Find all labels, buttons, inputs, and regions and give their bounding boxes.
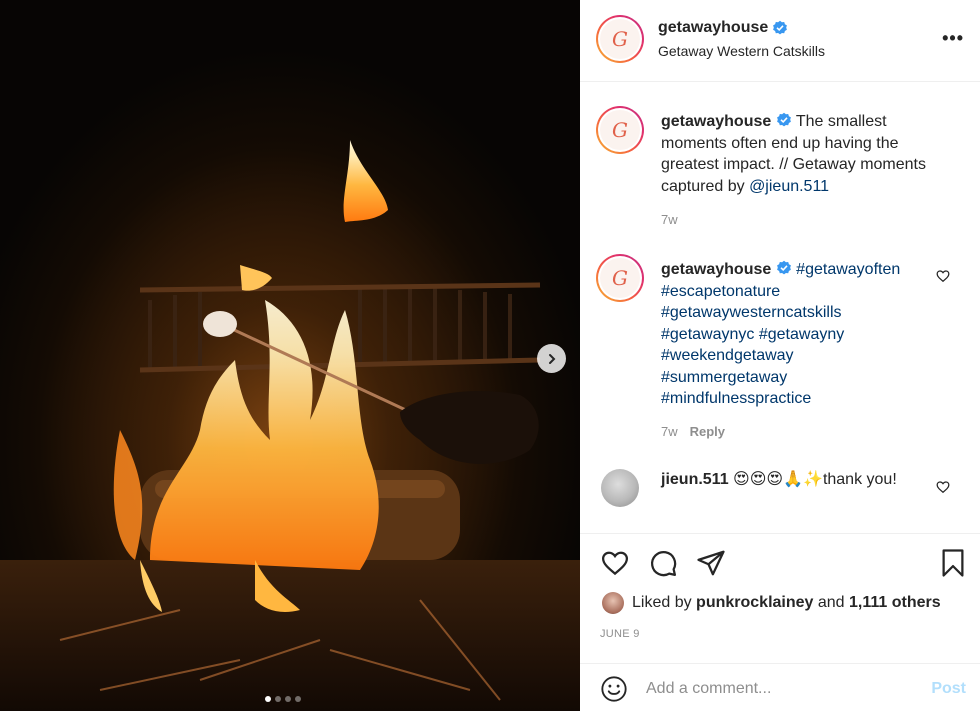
post-header: G getawayhouse Getaway Western Catskills… xyxy=(580,0,980,82)
comment-input[interactable] xyxy=(646,676,916,702)
more-options-icon[interactable]: ••• xyxy=(942,28,964,49)
reply-button[interactable]: Reply xyxy=(690,424,725,439)
author-avatar[interactable]: G xyxy=(596,15,644,63)
post-image xyxy=(0,0,580,711)
post-location[interactable]: Getaway Western Catskills xyxy=(658,43,825,59)
chevron-right-icon xyxy=(548,353,555,364)
comment-emojis: 😍😍😍🙏✨ xyxy=(733,471,823,488)
commenter-avatar[interactable]: G xyxy=(596,254,644,302)
avatar-letter: G xyxy=(600,19,640,59)
comment-username[interactable]: getawayhouse xyxy=(661,261,771,278)
carousel-dot xyxy=(295,696,301,702)
avatar-letter: G xyxy=(600,258,640,298)
hashtag-link[interactable]: #getawayny xyxy=(759,326,844,343)
like-comment-icon[interactable] xyxy=(936,269,950,283)
carousel-dot xyxy=(275,696,281,702)
like-comment-icon[interactable] xyxy=(936,480,950,494)
comment-text: jieun.511 😍😍😍🙏✨thank you! xyxy=(661,469,951,491)
caption-mention[interactable]: @jieun.511 xyxy=(749,178,829,195)
likes-summary: Liked by punkrocklainey and 1,111 others xyxy=(602,592,941,614)
hashtag-link[interactable]: #getawayoften xyxy=(796,261,900,278)
caption-meta: 7w xyxy=(661,212,678,227)
liker-avatar[interactable] xyxy=(602,592,624,614)
comment-meta: 7w Reply xyxy=(661,424,725,439)
author-username-row[interactable]: getawayhouse xyxy=(658,19,788,37)
hashtag-link[interactable]: #weekendgetaway xyxy=(661,347,794,364)
avatar-letter: G xyxy=(600,110,640,150)
others-count[interactable]: 1,111 others xyxy=(849,594,941,611)
share-icon[interactable] xyxy=(696,548,726,578)
comment-icon[interactable] xyxy=(648,548,678,578)
hashtag-link[interactable]: #mindfulnesspractice xyxy=(661,390,811,407)
author-username[interactable]: getawayhouse xyxy=(658,19,768,37)
comment-item: G getawayhouse #getawayoften #escapetona… xyxy=(580,242,980,452)
verified-badge-icon xyxy=(776,112,791,127)
carousel-dot xyxy=(285,696,291,702)
caption-text: getawayhouse The smallest moments often … xyxy=(661,111,951,197)
carousel-indicator xyxy=(265,696,301,702)
comment-timestamp[interactable]: 7w xyxy=(661,424,678,439)
caption-timestamp[interactable]: 7w xyxy=(661,212,678,227)
add-comment-bar: Post xyxy=(580,663,980,711)
post-date[interactable]: JUNE 9 xyxy=(600,628,640,640)
emoji-icon[interactable] xyxy=(600,675,628,703)
campfire-image xyxy=(0,0,580,711)
bookmark-icon[interactable] xyxy=(938,548,968,578)
commenter-avatar[interactable] xyxy=(601,469,639,507)
hashtag-link[interactable]: #summergetaway xyxy=(661,369,787,386)
next-slide-button[interactable] xyxy=(537,344,566,373)
comment-body: thank you! xyxy=(822,471,897,488)
verified-badge-icon xyxy=(773,20,788,35)
heart-icon[interactable] xyxy=(600,548,630,578)
caption-username[interactable]: getawayhouse xyxy=(661,113,771,130)
carousel-dot xyxy=(265,696,271,702)
comment-username[interactable]: jieun.511 xyxy=(661,471,729,488)
liked-by-label: Liked by xyxy=(632,594,692,611)
caption: G getawayhouse The smallest moments ofte… xyxy=(580,82,980,242)
post-sidebar: G getawayhouse Getaway Western Catskills… xyxy=(580,0,980,711)
liked-by-user[interactable]: punkrocklainey xyxy=(696,594,813,611)
and-label: and xyxy=(817,594,845,611)
comment-item: jieun.511 😍😍😍🙏✨thank you! xyxy=(580,452,980,532)
hashtag-link[interactable]: #escapetonature xyxy=(661,283,780,300)
hashtag-link[interactable]: #getawaywesterncatskills xyxy=(661,304,842,321)
verified-badge-icon xyxy=(776,260,791,275)
caption-avatar[interactable]: G xyxy=(596,106,644,154)
post-comment-button[interactable]: Post xyxy=(931,680,966,698)
hashtag-link[interactable]: #getawaynyc xyxy=(661,326,754,343)
comment-text: getawayhouse #getawayoften #escapetonatu… xyxy=(661,259,951,410)
post-actions: Liked by punkrocklainey and 1,111 others… xyxy=(580,533,980,663)
